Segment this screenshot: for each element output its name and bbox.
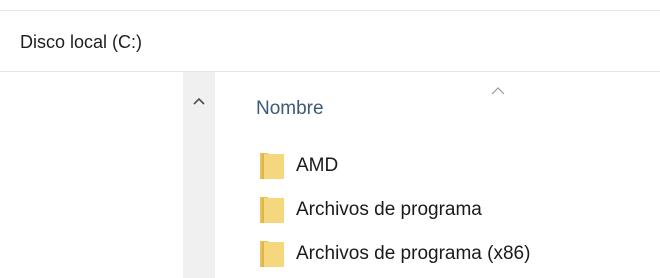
folder-icon <box>260 153 284 179</box>
folder-icon <box>260 241 284 267</box>
file-row[interactable]: Archivos de programa <box>258 194 638 226</box>
breadcrumb[interactable]: Disco local (C:) <box>20 32 142 53</box>
top-divider <box>0 10 660 11</box>
chevron-up-icon <box>193 97 205 105</box>
file-row[interactable]: AMD <box>258 150 638 182</box>
column-header-name[interactable]: Nombre <box>256 98 324 120</box>
file-name: AMD <box>296 155 339 176</box>
sort-ascending-indicator[interactable] <box>488 84 508 98</box>
file-row[interactable]: Archivos de programa (x86) <box>258 238 638 270</box>
file-name: Archivos de programa <box>296 199 482 220</box>
scroll-up-button[interactable] <box>183 86 215 116</box>
folder-icon <box>260 197 284 223</box>
header-divider <box>0 71 660 72</box>
file-name: Archivos de programa (x86) <box>296 243 531 264</box>
sort-up-icon <box>491 87 505 95</box>
